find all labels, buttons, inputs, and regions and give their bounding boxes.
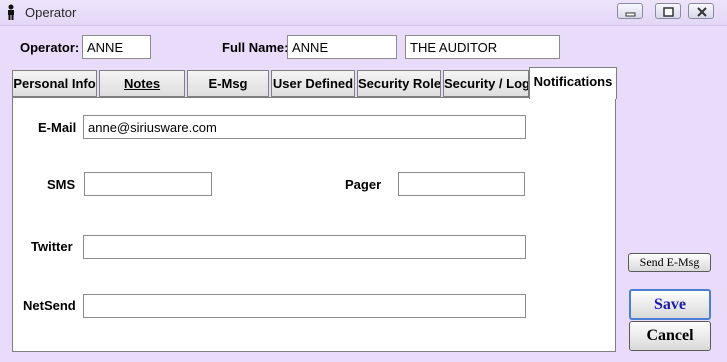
sms-field[interactable] (84, 172, 212, 196)
close-icon (697, 7, 707, 17)
minimize-button[interactable] (617, 3, 643, 19)
tab-e-msg[interactable]: E-Msg (187, 70, 269, 97)
tab-notifications[interactable]: Notifications (529, 67, 617, 99)
maximize-icon (663, 7, 674, 17)
cancel-button[interactable]: Cancel (629, 321, 711, 351)
tab-security-log[interactable]: Security / Log (443, 70, 529, 97)
email-label: E-Mail (38, 120, 77, 135)
close-button[interactable] (688, 3, 714, 19)
tab-notes[interactable]: Notes (99, 70, 185, 97)
twitter-field[interactable] (83, 235, 526, 259)
email-field[interactable]: anne@siriusware.com (83, 115, 526, 139)
send-emsg-button[interactable]: Send E-Msg (628, 253, 711, 272)
title-bar: Operator (0, 0, 727, 26)
save-button[interactable]: Save (629, 289, 711, 320)
full-name-label: Full Name: (222, 40, 289, 55)
minimize-icon (625, 12, 636, 17)
tab-security-role[interactable]: Security Role (357, 70, 441, 97)
maximize-button[interactable] (655, 3, 681, 19)
netsend-label: NetSend (23, 298, 76, 313)
netsend-field[interactable] (83, 294, 526, 318)
tab-user-defined[interactable]: User Defined (271, 70, 355, 97)
window-title: Operator (25, 5, 77, 20)
pager-label: Pager (345, 177, 382, 192)
tab-personal-info[interactable]: Personal Info (12, 70, 97, 97)
operator-label: Operator: (20, 40, 80, 55)
first-name-field[interactable]: ANNE (287, 35, 397, 59)
sms-label: SMS (47, 177, 76, 192)
person-icon (5, 4, 17, 20)
last-name-field[interactable]: THE AUDITOR (405, 35, 560, 59)
twitter-label: Twitter (31, 239, 73, 254)
pager-field[interactable] (398, 172, 525, 196)
operator-field[interactable]: ANNE (82, 35, 151, 59)
